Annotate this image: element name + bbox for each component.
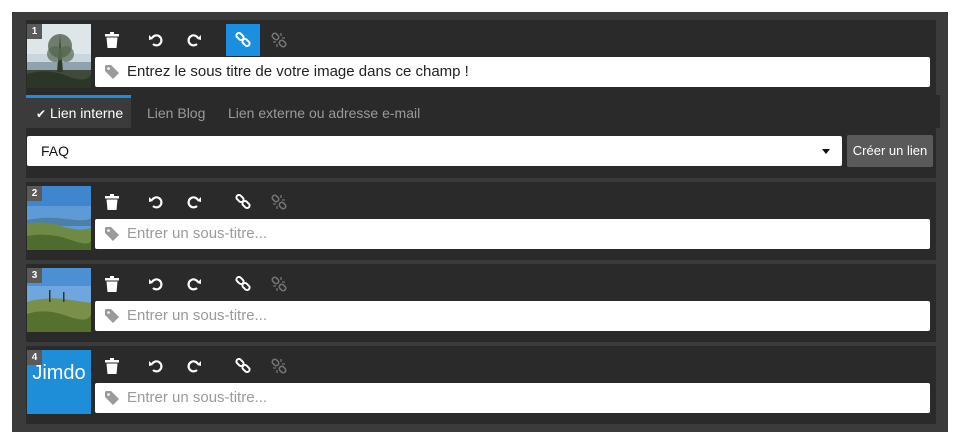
image-number-badge: 2 xyxy=(27,186,42,201)
selected-page: FAQ xyxy=(41,143,70,159)
unlink-button[interactable] xyxy=(262,350,296,382)
tab-label: Lien interne xyxy=(49,105,124,121)
undo-icon xyxy=(149,196,163,209)
caption-input-1[interactable]: Entrez le sous titre de votre image dans… xyxy=(95,57,930,87)
tab-blog-link[interactable]: Lien Blog xyxy=(147,95,205,128)
unlink-icon xyxy=(271,358,287,374)
chevron-down-icon xyxy=(822,149,830,154)
redo-button[interactable] xyxy=(177,350,211,382)
delete-button[interactable] xyxy=(95,24,129,56)
page-select[interactable]: FAQ xyxy=(27,136,842,166)
undo-icon xyxy=(149,34,163,47)
image-number-badge: 1 xyxy=(27,24,42,39)
unlink-icon xyxy=(271,276,287,292)
undo-button[interactable] xyxy=(139,268,173,300)
link-button[interactable] xyxy=(226,350,260,382)
link-button[interactable] xyxy=(226,186,260,218)
tag-icon xyxy=(105,227,119,241)
redo-button[interactable] xyxy=(177,268,211,300)
image-thumbnail-1[interactable]: 1 xyxy=(27,24,91,88)
undo-button[interactable] xyxy=(139,24,173,56)
trash-icon xyxy=(105,276,119,292)
image-number-badge: 3 xyxy=(27,268,42,283)
link-icon xyxy=(235,32,251,48)
tab-external-link[interactable]: Lien externe ou adresse e-mail xyxy=(228,95,420,128)
tag-icon xyxy=(105,65,119,79)
trash-icon xyxy=(105,194,119,210)
jimdo-logo: Jimdo xyxy=(32,362,86,384)
link-button[interactable] xyxy=(226,268,260,300)
link-icon xyxy=(235,276,251,292)
redo-icon xyxy=(187,196,201,209)
image-thumbnail-2[interactable]: 2 xyxy=(27,186,91,250)
redo-icon xyxy=(187,34,201,47)
caption-placeholder: Entrer un sous-titre... xyxy=(127,307,268,324)
checkmark-icon: ✔ xyxy=(36,107,47,121)
tab-internal-link[interactable]: ✔ Lien interne xyxy=(26,95,131,128)
delete-button[interactable] xyxy=(95,268,129,300)
redo-icon xyxy=(187,360,201,373)
unlink-icon xyxy=(271,32,287,48)
caption-placeholder: Entrer un sous-titre... xyxy=(127,225,268,242)
delete-button[interactable] xyxy=(95,350,129,382)
image-thumbnail-3[interactable]: 3 xyxy=(27,268,91,332)
caption-input-2[interactable]: Entrer un sous-titre... xyxy=(95,219,930,249)
redo-icon xyxy=(187,278,201,291)
undo-icon xyxy=(149,360,163,373)
link-icon xyxy=(235,358,251,374)
tag-icon xyxy=(105,391,119,405)
caption-placeholder: Entrer un sous-titre... xyxy=(127,389,268,406)
undo-button[interactable] xyxy=(139,186,173,218)
undo-icon xyxy=(149,278,163,291)
link-button[interactable] xyxy=(226,24,260,56)
undo-button[interactable] xyxy=(139,350,173,382)
image-thumbnail-4[interactable]: Jimdo 4 xyxy=(27,350,91,414)
unlink-button[interactable] xyxy=(262,24,296,56)
create-link-button[interactable]: Créer un lien xyxy=(847,135,933,167)
caption-text: Entrez le sous titre de votre image dans… xyxy=(127,63,469,80)
unlink-button[interactable] xyxy=(262,268,296,300)
tag-icon xyxy=(105,309,119,323)
delete-button[interactable] xyxy=(95,186,129,218)
redo-button[interactable] xyxy=(177,24,211,56)
link-type-tabs: ✔ Lien interne Lien Blog Lien externe ou… xyxy=(26,95,940,128)
caption-input-4[interactable]: Entrer un sous-titre... xyxy=(95,383,930,413)
unlink-button[interactable] xyxy=(262,186,296,218)
trash-icon xyxy=(105,358,119,374)
caption-input-3[interactable]: Entrer un sous-titre... xyxy=(95,301,930,331)
link-icon xyxy=(235,194,251,210)
redo-button[interactable] xyxy=(177,186,211,218)
image-number-badge: 4 xyxy=(27,350,42,365)
trash-icon xyxy=(105,32,119,48)
unlink-icon xyxy=(271,194,287,210)
